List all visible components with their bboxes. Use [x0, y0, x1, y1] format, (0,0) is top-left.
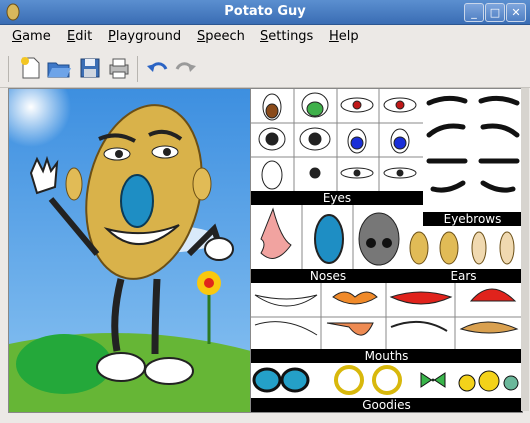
titlebar: Potato Guy _ □ ✕ [0, 0, 530, 25]
menu-speech[interactable]: Speech [197, 29, 245, 44]
mouths-grid[interactable] [251, 283, 522, 349]
eyes-label: Eyes [251, 191, 423, 205]
minimize-button[interactable]: _ [464, 3, 484, 22]
open-icon[interactable] [45, 54, 73, 82]
palette-scrollbar[interactable] [521, 88, 529, 411]
goodies-label: Goodies [251, 398, 522, 412]
toolbar [0, 50, 530, 88]
noses-grid[interactable] [251, 205, 405, 269]
undo-icon[interactable] [143, 54, 171, 82]
parts-palette: Eyes Eyebrows Noses Ears Mouths Goodies [250, 88, 523, 413]
goodies-grid[interactable] [251, 363, 522, 398]
right-shoe [144, 357, 194, 385]
eyes-grid[interactable] [251, 89, 423, 191]
menu-edit[interactable]: Edit [67, 29, 92, 44]
menubar: Game Edit Playground Speech Settings Hel… [0, 25, 530, 50]
redo-icon[interactable] [172, 54, 200, 82]
left-shoe [96, 352, 146, 382]
potato-scene [9, 89, 251, 412]
maximize-button[interactable]: □ [485, 3, 505, 22]
window-title: Potato Guy [224, 4, 306, 19]
mouths-label: Mouths [251, 349, 522, 363]
menu-help[interactable]: Help [329, 29, 359, 44]
menu-settings[interactable]: Settings [260, 29, 313, 44]
app-window: Potato Guy _ □ ✕ Game Edit Playground Sp… [0, 0, 530, 423]
eyebrows-grid[interactable] [423, 89, 522, 212]
menu-playground[interactable]: Playground [108, 29, 181, 44]
menu-game[interactable]: Game [12, 29, 51, 44]
noses-label: Noses [251, 269, 405, 283]
ears-label: Ears [405, 269, 522, 283]
print-icon[interactable] [105, 54, 133, 82]
playground-canvas[interactable] [8, 88, 252, 413]
save-icon[interactable] [76, 54, 104, 82]
ears-grid[interactable] [405, 226, 522, 269]
eyebrows-label: Eyebrows [423, 212, 522, 226]
new-icon[interactable] [16, 54, 44, 82]
close-button[interactable]: ✕ [506, 3, 526, 22]
